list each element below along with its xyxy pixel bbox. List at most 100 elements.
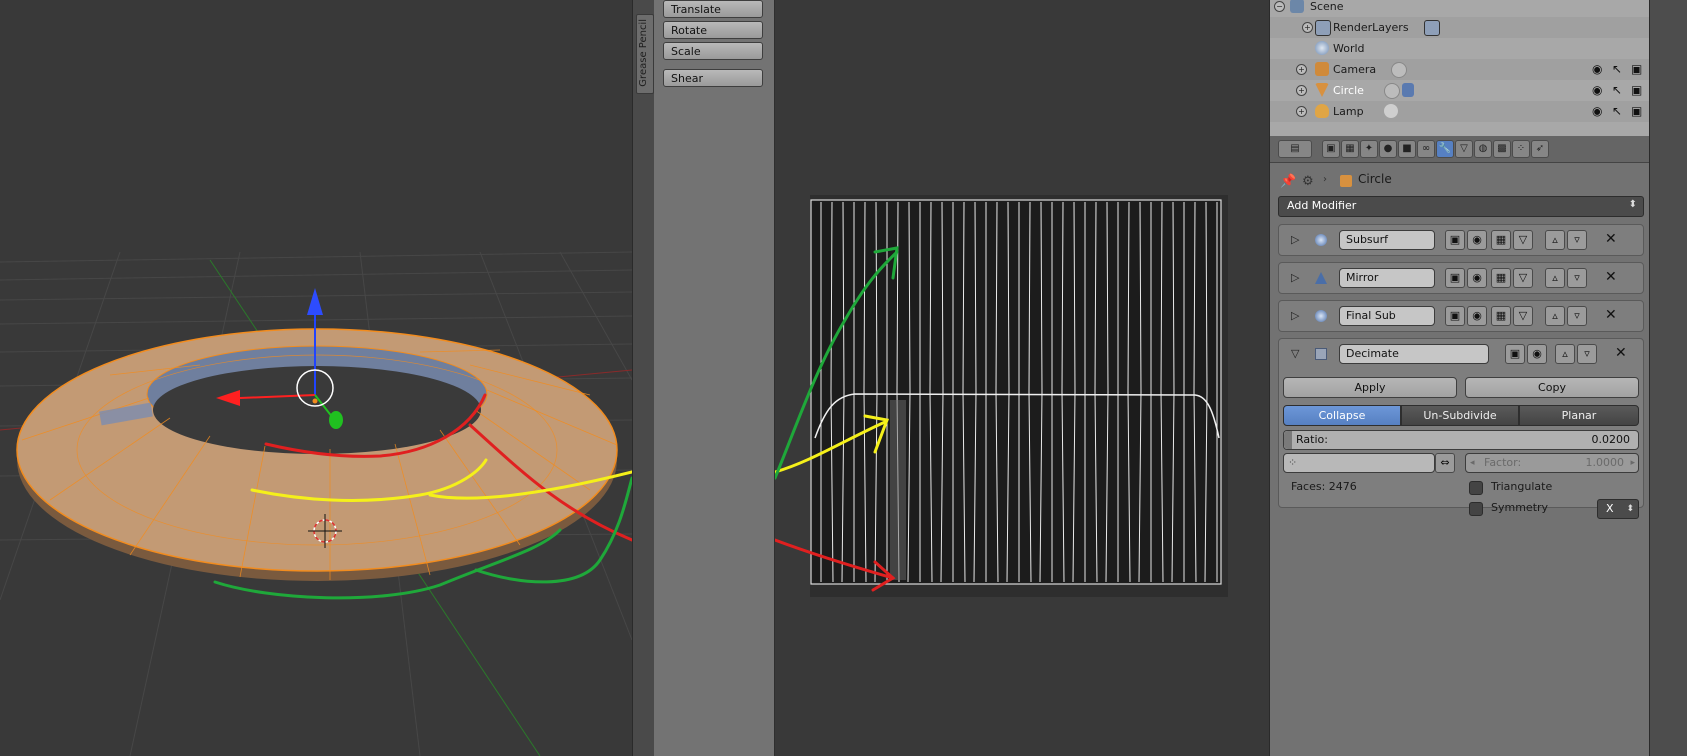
scene-context-icon[interactable]: ✦ [1360,140,1378,158]
triangulate-checkbox[interactable] [1469,481,1483,495]
invert-toggle-icon[interactable]: ⇔ [1435,453,1455,473]
remove-modifier-icon[interactable]: ✕ [1615,345,1627,361]
remove-modifier-icon[interactable]: ✕ [1605,231,1617,247]
outliner-row-scene[interactable]: − Scene [1270,0,1650,17]
material-context-icon[interactable]: ◍ [1474,140,1492,158]
renderlayers-icon [1315,20,1331,36]
cursor-select-icon[interactable]: ↖ [1612,62,1622,76]
physics-context-icon[interactable]: ➶ [1531,140,1549,158]
data-context-icon[interactable]: ▽ [1455,140,1473,158]
expand-icon[interactable]: + [1296,106,1307,117]
editmode-toggle-icon[interactable]: ▦ [1491,230,1511,250]
modifier-name-field[interactable]: Decimate [1339,344,1489,364]
rotate-button[interactable]: Rotate [663,21,763,39]
remove-modifier-icon[interactable]: ✕ [1605,269,1617,285]
render-icon[interactable]: ▣ [1631,83,1642,97]
cursor-select-icon[interactable]: ↖ [1612,83,1622,97]
eye-icon[interactable]: ◉ [1592,62,1602,76]
modifier-name-field[interactable]: Mirror [1339,268,1435,288]
render-context-icon[interactable]: ▣ [1322,140,1340,158]
eye-icon[interactable]: ◉ [1592,104,1602,118]
collapse-panel-icon[interactable]: ▽ [1291,347,1299,360]
modifier-name-field[interactable]: Subsurf [1339,230,1435,250]
ratio-slider[interactable]: Ratio: 0.0200 [1283,430,1639,450]
cage-toggle-icon[interactable]: ▽ [1513,230,1533,250]
cage-toggle-icon[interactable]: ▽ [1513,306,1533,326]
viewport-toggle-icon[interactable]: ◉ [1467,230,1487,250]
expand-icon[interactable]: + [1302,22,1313,33]
viewport-toggle-icon[interactable]: ◉ [1467,268,1487,288]
collapse-icon[interactable]: − [1274,1,1285,12]
object-breadcrumb-icon [1340,175,1352,187]
move-up-icon[interactable]: ▵ [1545,306,1565,326]
mesh-object[interactable] [16,328,618,581]
symmetry-checkbox[interactable] [1469,502,1483,516]
apply-button[interactable]: Apply [1283,377,1457,398]
collapse-mode-button[interactable]: Collapse [1283,405,1401,426]
move-down-icon[interactable]: ▿ [1567,268,1587,288]
editor-type-icon[interactable]: ▤ [1278,140,1312,158]
translate-button[interactable]: Translate [663,0,763,18]
expand-icon[interactable]: + [1296,64,1307,75]
outliner-row-lamp[interactable]: + Lamp ◉ ↖ ▣ [1270,101,1650,122]
modifier-name-field[interactable]: Final Sub [1339,306,1435,326]
copy-button[interactable]: Copy [1465,377,1639,398]
viewport-toggle-icon[interactable]: ◉ [1467,306,1487,326]
outliner-row-world[interactable]: World [1270,38,1650,59]
world-context-icon[interactable]: ● [1379,140,1397,158]
cursor-select-icon[interactable]: ↖ [1612,104,1622,118]
render-toggle-icon[interactable]: ▣ [1445,268,1465,288]
modifiers-context-icon[interactable]: 🔧 [1436,140,1454,158]
expand-panel-icon[interactable]: ▷ [1291,233,1299,246]
subsurf-icon [1315,310,1327,322]
expand-icon[interactable]: + [1296,85,1307,96]
render-toggle-icon[interactable]: ▣ [1505,344,1525,364]
move-up-icon[interactable]: ▵ [1545,268,1565,288]
render-toggle-icon[interactable]: ▣ [1445,306,1465,326]
outliner-row-renderlayers[interactable]: + RenderLayers [1270,17,1650,38]
expand-panel-icon[interactable]: ▷ [1291,309,1299,322]
remove-modifier-icon[interactable]: ✕ [1605,307,1617,323]
move-up-icon[interactable]: ▵ [1545,230,1565,250]
scale-button[interactable]: Scale [663,42,763,60]
uv-editor[interactable] [775,0,1269,756]
add-modifier-dropdown[interactable]: Add Modifier ⬍ [1278,196,1644,217]
pin-icon[interactable]: 📌 [1280,174,1296,189]
unsubdivide-mode-button[interactable]: Un-Subdivide [1401,405,1519,426]
expand-panel-icon[interactable]: ▷ [1291,271,1299,284]
outliner-row-camera[interactable]: + Camera ◉ ↖ ▣ [1270,59,1650,80]
eye-icon[interactable]: ◉ [1592,83,1602,97]
layers-context-icon[interactable]: ▦ [1341,140,1359,158]
move-up-icon[interactable]: ▵ [1555,344,1575,364]
object-context-icon[interactable]: ■ [1398,140,1416,158]
factor-value: 1.0000 [1585,456,1625,469]
symmetry-axis-dropdown[interactable]: X ⬍ [1597,499,1639,519]
3d-viewport[interactable] [0,0,632,756]
decrement-arrow-icon: ◂ [1470,458,1475,468]
move-down-icon[interactable]: ▿ [1567,306,1587,326]
camera-object-icon [1315,62,1329,76]
move-down-icon[interactable]: ▿ [1577,344,1597,364]
breadcrumb-object-name: Circle [1358,172,1392,186]
planar-mode-button[interactable]: Planar [1519,405,1639,426]
constraints-context-icon[interactable]: ∞ [1417,140,1435,158]
texture-context-icon[interactable]: ▩ [1493,140,1511,158]
modifier-panel-final-sub: ▷ Final Sub ▣ ◉ ▦ ▽ ▵ ▿ ✕ [1278,300,1644,332]
render-icon[interactable]: ▣ [1631,104,1642,118]
particles-context-icon[interactable]: ⁘ [1512,140,1530,158]
render-toggle-icon[interactable]: ▣ [1445,230,1465,250]
factor-slider[interactable]: ◂ Factor: 1.0000 ▸ [1465,453,1639,473]
shear-button[interactable]: Shear [663,69,763,87]
editmode-toggle-icon[interactable]: ▦ [1491,306,1511,326]
editmode-toggle-icon[interactable]: ▦ [1491,268,1511,288]
move-down-icon[interactable]: ▿ [1567,230,1587,250]
viewport-toggle-icon[interactable]: ◉ [1527,344,1547,364]
render-icon[interactable]: ▣ [1631,62,1642,76]
outliner[interactable]: − Scene + RenderLayers World + Camera ◉ … [1269,0,1650,136]
outliner-row-circle[interactable]: + Circle ◉ ↖ ▣ [1270,80,1650,101]
tab-grease-pencil[interactable]: Grease Pencil [636,14,654,94]
add-modifier-label: Add Modifier [1287,199,1357,212]
cage-toggle-icon[interactable]: ▽ [1513,268,1533,288]
triangulate-label: Triangulate [1491,480,1553,493]
vertex-group-field[interactable]: ⁘ [1283,453,1435,473]
